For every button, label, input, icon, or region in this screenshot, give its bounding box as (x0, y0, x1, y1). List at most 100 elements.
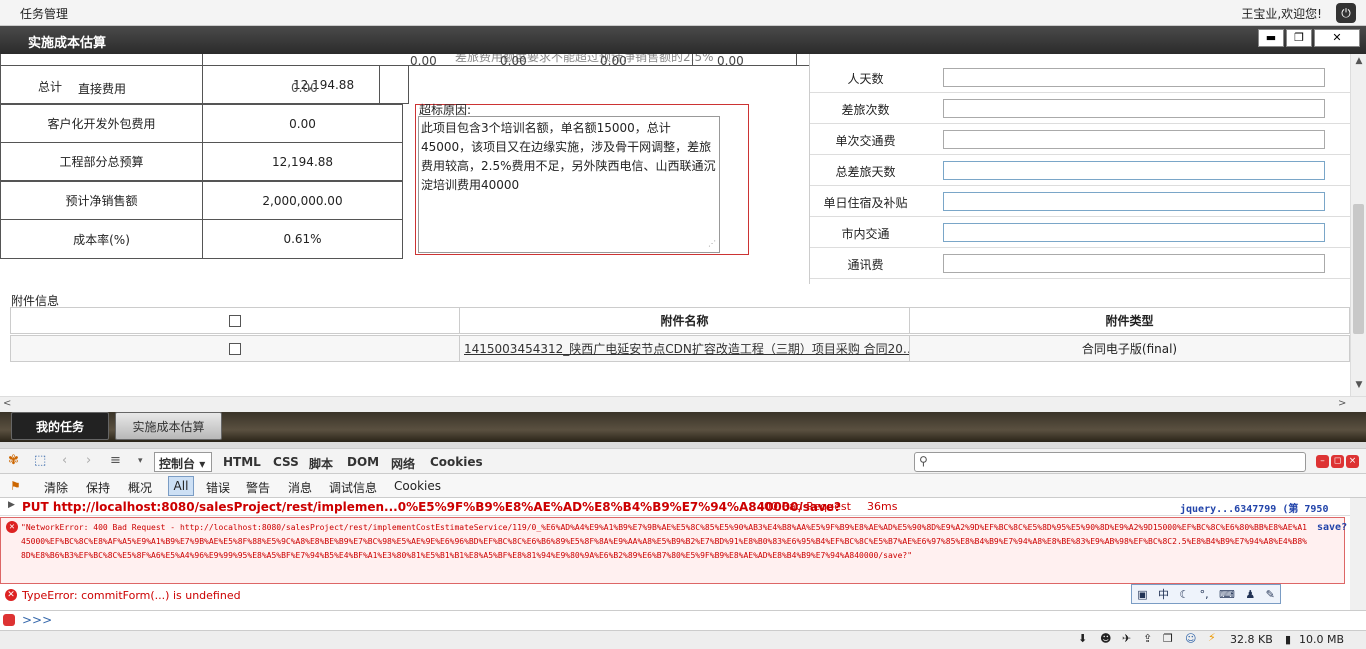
copy-icon[interactable]: ❐ (1163, 632, 1173, 645)
task-tab-cost-estimate[interactable]: 实施成本估算 (115, 412, 222, 440)
ime-user-icon[interactable]: ♟ (1245, 588, 1255, 601)
list-icon[interactable]: ≡ (110, 453, 121, 468)
reason-textarea[interactable]: 此项目包含3个培训名额，单名额15000，总计45000，该项目又在边缘实施，涉… (418, 116, 720, 253)
field-label-daily-lodging: 单日住宿及补贴 (823, 196, 908, 210)
console-command-line[interactable]: >>> (0, 610, 1366, 630)
scroll-left-icon[interactable]: < (3, 398, 11, 409)
firebug-search-input[interactable]: ⚲ (914, 452, 1306, 472)
tab-script[interactable]: 脚本 (309, 455, 333, 472)
divider (692, 54, 693, 66)
battery-icon: ▮ (1285, 633, 1292, 646)
top-value-3: 0.00 (600, 54, 627, 68)
ime-logo-icon[interactable]: ▣ (1137, 588, 1147, 601)
stop-icon[interactable] (3, 614, 15, 626)
total-travel-days-input[interactable] (943, 161, 1325, 180)
total-label: 总计 (38, 80, 63, 94)
attachment-link[interactable]: 1415003454312_陕西广电延安节点CDN扩容改造工程（三期）项目采购 … (464, 340, 909, 357)
table-row-checkbox-cell (10, 335, 460, 362)
cost-value-engineering: 12,194.88 (202, 142, 403, 181)
row-checkbox[interactable] (229, 342, 241, 355)
form-row: 人天数 (810, 62, 1350, 93)
ime-toolbar[interactable]: ▣ 中 ☾ °, ⌨ ♟ ✎ (1131, 584, 1281, 604)
download-icon[interactable]: ⬇ (1078, 632, 1087, 645)
yslow-icon[interactable]: ⚡ (1208, 631, 1216, 644)
scroll-down-icon[interactable]: ▼ (1351, 380, 1366, 394)
tools-icon[interactable]: ✈ (1122, 632, 1131, 645)
tab-cookies[interactable]: Cookies (430, 455, 483, 469)
top-value-4: 0.00 (717, 54, 744, 68)
scroll-thumb[interactable] (1353, 204, 1364, 334)
travel-cost-form: 人天数 差旅次数 单次交通费 总差旅天数 单日住宿及补贴 市内交通 通讯费 (809, 54, 1350, 284)
dialog-vertical-scrollbar[interactable]: ▲ ▼ (1350, 54, 1366, 396)
status-bar: ⬇ ☻ ✈ ⇪ ❐ ☺ ⚡ 32.8 KB ▮ 10.0 MB (0, 630, 1366, 649)
trip-count-input[interactable] (943, 99, 1325, 118)
local-transport-input[interactable] (943, 223, 1325, 242)
transport-fee-input[interactable] (943, 130, 1325, 149)
expand-icon[interactable]: ▶ (8, 500, 15, 510)
ime-moon-icon[interactable]: ☾ (1179, 588, 1189, 601)
filter-cookies[interactable]: Cookies (394, 479, 441, 493)
filter-clear[interactable]: 清除 (44, 479, 68, 496)
app-title[interactable]: 任务管理 (20, 5, 68, 22)
scroll-right-icon[interactable]: > (1338, 398, 1346, 409)
inspect-icon[interactable]: ⬚ (34, 453, 46, 468)
select-all-checkbox[interactable] (229, 314, 241, 327)
dialog-horizontal-scrollbar[interactable]: < > (0, 396, 1366, 412)
mask-icon[interactable]: ☻ (1100, 632, 1111, 645)
minimize-icon[interactable]: – (1316, 455, 1329, 468)
put-request-url[interactable]: PUT http://localhost:8080/salesProject/r… (22, 500, 841, 514)
search-icon: ⚲ (919, 454, 928, 468)
cost-label-rate: 成本率(%) (0, 219, 203, 259)
app-top-bar: 任务管理 王宝业,欢迎您! ⏻ (0, 0, 1366, 26)
total-label-cell: 总计 直接费用 (0, 65, 203, 104)
form-row: 市内交通 (810, 217, 1350, 248)
ime-settings-icon[interactable]: ✎ (1266, 588, 1275, 601)
maximize-button[interactable]: ❐ (1286, 29, 1312, 47)
restore-icon[interactable]: ◻ (1331, 455, 1344, 468)
person-days-input[interactable] (943, 68, 1325, 87)
filter-info[interactable]: 消息 (288, 479, 312, 496)
dialog-title: 实施成本估算 (28, 36, 107, 51)
over-budget-reason-box: 超标原因: 此项目包含3个培训名额，单名额15000，总计45000，该项目又在… (415, 103, 749, 255)
ime-chinese-icon[interactable]: 中 (1158, 586, 1169, 602)
form-row: 差旅次数 (810, 93, 1350, 124)
type-error-text: TypeError: commitForm(...) is undefined (22, 589, 241, 602)
filter-debug[interactable]: 调试信息 (329, 479, 377, 496)
error-icon: ✕ (5, 589, 17, 601)
filter-all[interactable]: All (168, 476, 194, 496)
cost-label-sales: 预计净销售额 (0, 181, 203, 220)
user-icon[interactable]: ☺ (1185, 632, 1196, 645)
tab-console[interactable]: 控制台 ▾ (154, 452, 212, 472)
filter-persist[interactable]: 保持 (86, 479, 110, 496)
tab-dom[interactable]: DOM (347, 455, 379, 469)
scroll-up-icon[interactable]: ▲ (1351, 56, 1366, 70)
ime-keyboard-icon[interactable]: ⌨ (1219, 588, 1235, 601)
log-entry-put[interactable]: ▶ PUT http://localhost:8080/salesProject… (0, 498, 1350, 530)
cost-value-outsourcing: 0.00 (202, 104, 403, 143)
task-tab-my-tasks[interactable]: 我的任务 (11, 412, 109, 440)
minimize-button[interactable]: ▬ (1258, 29, 1284, 47)
close-icon[interactable]: × (1346, 455, 1359, 468)
filter-errors[interactable]: 错误 (206, 479, 230, 496)
tab-html[interactable]: HTML (223, 455, 261, 469)
filter-profile[interactable]: 概况 (128, 479, 152, 496)
tab-css[interactable]: CSS (273, 455, 299, 469)
dialog-title-bar: 实施成本估算 ▬ ❐ ✕ (0, 26, 1366, 54)
ime-punct-icon[interactable]: °, (1200, 588, 1209, 601)
daily-lodging-input[interactable] (943, 192, 1325, 211)
console-scrollbar[interactable] (1350, 498, 1366, 610)
power-icon[interactable]: ⏻ (1336, 3, 1356, 23)
close-button[interactable]: ✕ (1314, 29, 1360, 47)
telecom-fee-input[interactable] (943, 254, 1325, 273)
resize-grip-icon[interactable]: ⋰ (708, 239, 716, 248)
error-source-link[interactable]: save? (1317, 521, 1347, 535)
firebug-icon[interactable]: ✾ (8, 453, 19, 468)
share-icon[interactable]: ⇪ (1143, 632, 1152, 645)
back-icon[interactable]: ‹ (62, 453, 67, 468)
cost-label-outsourcing: 客户化开发外包费用 (0, 104, 203, 143)
tab-network[interactable]: 网络 (391, 455, 415, 472)
filter-warnings[interactable]: 警告 (246, 479, 270, 496)
forward-icon[interactable]: › (86, 453, 91, 468)
error-toggle-icon[interactable]: ⚑ (10, 479, 21, 493)
chevron-down-icon[interactable]: ▾ (138, 456, 143, 466)
